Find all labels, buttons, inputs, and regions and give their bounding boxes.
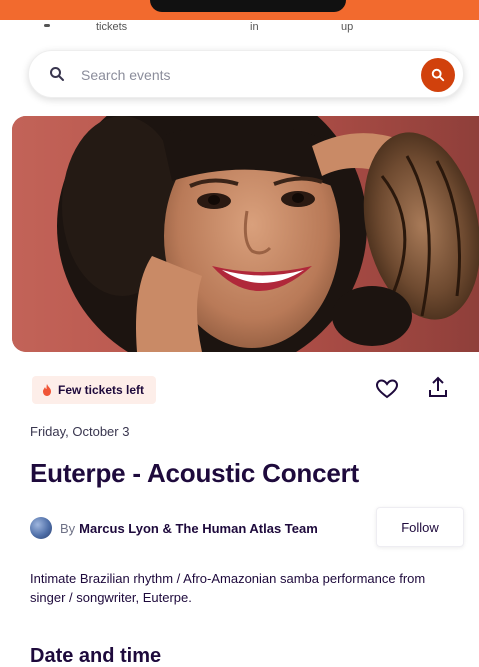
device-notch [150,0,346,12]
search-button[interactable] [421,58,455,92]
badge-label: Few tickets left [58,383,145,397]
organizer-name[interactable]: Marcus Lyon & The Human Atlas Team [79,521,318,536]
nav-item-login[interactable]: in [250,21,259,33]
organizer-row: By Marcus Lyon & The Human Atlas Team [30,517,318,539]
performer-photo [12,116,479,352]
avatar[interactable] [30,517,52,539]
few-tickets-badge: Few tickets left [32,376,157,404]
search-icon [50,67,64,81]
event-title: Euterpe - Acoustic Concert [30,458,360,488]
heart-icon[interactable] [375,378,399,400]
fire-icon [43,384,51,396]
nav-item-tickets[interactable]: tickets [96,21,127,33]
search-input[interactable] [81,64,381,86]
status-bar-strip [0,0,479,22]
nav-item-signup[interactable]: up [341,21,353,33]
search-bar[interactable] [28,50,464,98]
search-button-icon [431,68,445,82]
share-icon[interactable] [427,376,449,400]
top-nav: tickets in up [0,20,479,38]
organizer-prefix: By [60,520,76,536]
event-hero-image [12,116,479,352]
date-and-time-heading: Date and time [30,645,162,667]
follow-button[interactable]: Follow [376,507,464,547]
event-summary: Intimate Brazilian rhythm / Afro-Amazoni… [30,571,426,605]
event-date: Friday, October 3 [30,424,130,439]
nav-item-icon [44,24,50,27]
